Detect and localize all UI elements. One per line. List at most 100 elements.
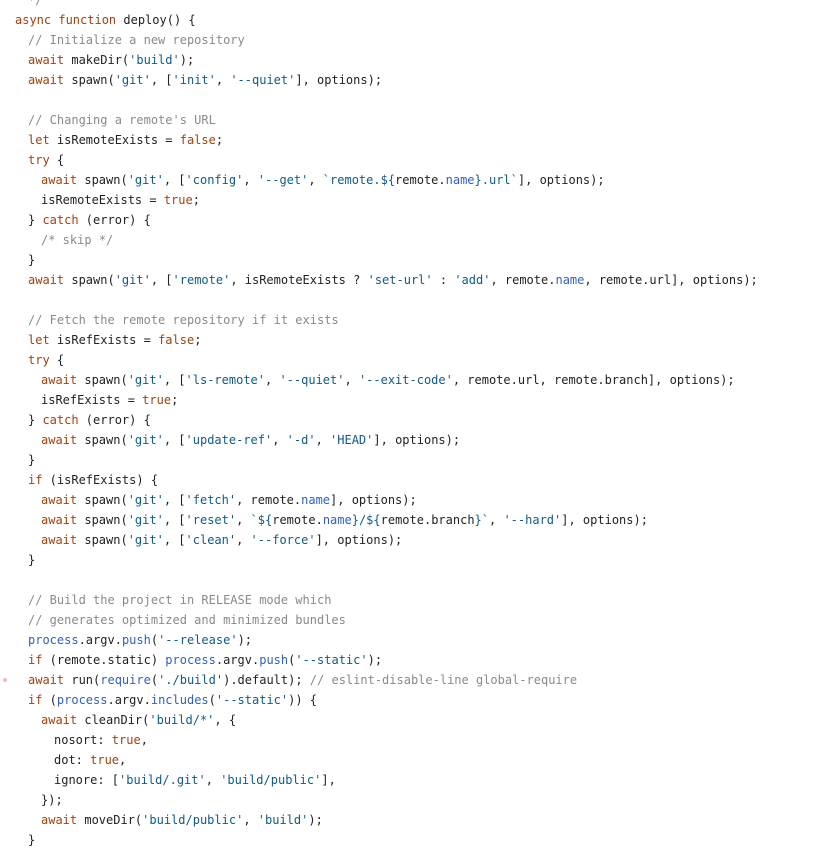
- keyword-token: await: [41, 713, 78, 727]
- keyword-token: true: [111, 733, 141, 747]
- code-line: await spawn('git', ['update-ref', '-d', …: [0, 430, 830, 450]
- code-editor[interactable]: */ async function deploy() { // Initialize…: [0, 0, 830, 848]
- code-token: , [: [163, 373, 186, 387]
- keyword-token: try: [28, 353, 50, 367]
- comment-token: */: [28, 0, 43, 7]
- string-token: 'git': [127, 513, 164, 527]
- code-token: ,: [215, 73, 231, 87]
- code-token: });: [41, 793, 63, 807]
- string-token: 'build': [129, 53, 180, 67]
- keyword-token: async function: [15, 13, 117, 27]
- code-line: /* skip */: [0, 230, 830, 250]
- comment-token: // eslint-disable-line global-require: [309, 673, 578, 687]
- property-token: name: [301, 493, 331, 507]
- code-line: await moveDir('build/public', 'build');: [0, 810, 830, 830]
- code-token: (: [150, 673, 159, 687]
- code-line: await spawn('git', ['remote', isRemoteEx…: [0, 270, 830, 290]
- code-token: .argv.: [78, 633, 122, 647]
- keyword-token: if: [28, 473, 43, 487]
- code-token: )) {: [288, 693, 318, 707]
- code-token: );: [179, 53, 195, 67]
- keyword-token: await: [28, 73, 65, 87]
- code-token: cleanDir(: [77, 713, 150, 727]
- string-token: '-d': [286, 433, 316, 447]
- string-token: '--force': [250, 533, 316, 547]
- code-token: ,: [272, 433, 287, 447]
- comment-token: // Changing a remote's URL: [28, 113, 216, 127]
- code-token: );: [367, 653, 383, 667]
- code-token: , isRemoteExists ?: [230, 273, 368, 287]
- keyword-token: if: [28, 653, 43, 667]
- keyword-token: true: [163, 193, 193, 207]
- code-line: await spawn('git', ['reset', `${remote.n…: [0, 510, 830, 530]
- code-line: try {: [0, 150, 830, 170]
- string-token: 'fetch': [185, 493, 237, 507]
- string-token: 'add': [454, 273, 491, 287]
- code-token: .argv.: [107, 693, 151, 707]
- code-token: deploy() {: [116, 13, 196, 27]
- code-token: ,: [236, 513, 251, 527]
- code-token: :: [432, 273, 455, 287]
- code-line: // Initialize a new repository: [0, 30, 830, 50]
- string-token: `remote.${: [322, 173, 396, 187]
- comment-token: /* skip */: [41, 233, 114, 247]
- keyword-token: true: [90, 753, 120, 767]
- code-line: await spawn('git', ['config', '--get', `…: [0, 170, 830, 190]
- code-token: , [: [163, 433, 186, 447]
- keyword-token: await: [28, 53, 65, 67]
- code-token: }: [28, 413, 43, 427]
- code-line: dot: true,: [0, 750, 830, 770]
- code-line: let isRemoteExists = false;: [0, 130, 830, 150]
- string-token: 'git': [114, 73, 151, 87]
- code-token: ).default);: [223, 673, 310, 687]
- code-token: ;: [171, 393, 179, 407]
- keyword-token: await: [41, 813, 78, 827]
- code-token: isRemoteExists =: [49, 133, 180, 147]
- code-token: (isRefExists) {: [42, 473, 159, 487]
- code-token: );: [237, 633, 253, 647]
- code-line: // Changing a remote's URL: [0, 110, 830, 130]
- code-token: dot:: [54, 753, 91, 767]
- code-line: if (process.argv.includes('--static')) {: [0, 690, 830, 710]
- code-line: // generates optimized and minimized bun…: [0, 610, 830, 630]
- code-token: ], options);: [315, 533, 403, 547]
- keyword-token: await: [41, 373, 78, 387]
- code-line: */: [0, 0, 830, 10]
- code-token: isRemoteExists =: [41, 193, 164, 207]
- code-line: }: [0, 250, 830, 270]
- keyword-token: if: [28, 693, 43, 707]
- code-token: spawn(: [77, 513, 128, 527]
- code-token: ,: [265, 373, 280, 387]
- code-token: makeDir(: [64, 53, 130, 67]
- keyword-token: await: [41, 513, 78, 527]
- property-token: process: [56, 693, 108, 707]
- code-token: spawn(: [77, 173, 128, 187]
- string-token: 'git': [127, 173, 164, 187]
- string-token: 'update-ref': [185, 433, 273, 447]
- string-token: 'clean': [185, 533, 237, 547]
- code-line: if (remote.static) process.argv.push('--…: [0, 650, 830, 670]
- code-line: }: [0, 830, 830, 848]
- code-token: {: [49, 153, 65, 167]
- code-token: , {: [214, 713, 237, 727]
- code-token: ],: [321, 773, 336, 787]
- code-line: // Build the project in RELEASE mode whi…: [0, 590, 830, 610]
- code-token: (: [208, 693, 216, 707]
- property-token: includes: [150, 693, 209, 707]
- code-token: ;: [194, 333, 202, 347]
- string-token: '--exit-code': [358, 373, 453, 387]
- string-token: '--hard': [503, 513, 562, 527]
- code-token: spawn(: [64, 73, 115, 87]
- keyword-token: catch: [42, 213, 79, 227]
- property-token: push: [121, 633, 151, 647]
- code-token: remote.branch: [380, 513, 475, 527]
- code-token: ], options);: [373, 433, 461, 447]
- code-token: ,: [489, 513, 504, 527]
- code-token: );: [308, 813, 323, 827]
- code-token: , [: [150, 273, 173, 287]
- gutter-marker-icon: [3, 678, 7, 682]
- code-token: moveDir(: [77, 813, 143, 827]
- code-token: }: [28, 833, 36, 847]
- code-line: try {: [0, 350, 830, 370]
